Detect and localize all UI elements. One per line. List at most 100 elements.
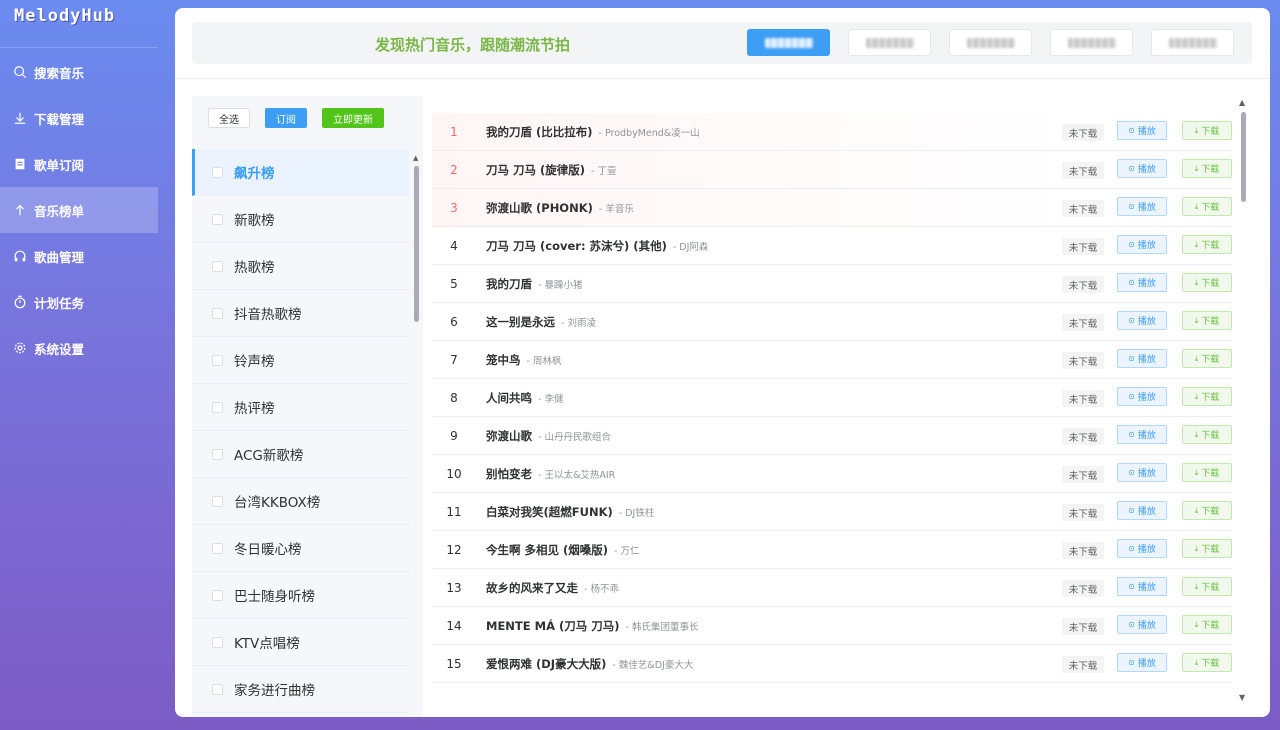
play-button[interactable]: ⊙ 播放 <box>1117 349 1167 368</box>
play-button[interactable]: ⊙ 播放 <box>1117 159 1167 178</box>
download-button[interactable]: ⤓ 下载 <box>1182 273 1232 292</box>
chart-item[interactable]: 飙升榜 <box>192 149 409 196</box>
chart-item[interactable]: 家务进行曲榜 <box>192 666 409 713</box>
play-button-label: 播放 <box>1137 659 1156 669</box>
chart-item[interactable]: 热评榜 <box>192 384 409 431</box>
clipboard-icon <box>13 157 27 171</box>
play-button[interactable]: ⊙ 播放 <box>1117 577 1167 596</box>
chart-item[interactable]: 热歌榜 <box>192 243 409 290</box>
play-button[interactable]: ⊙ 播放 <box>1117 387 1167 406</box>
play-button-label: 播放 <box>1137 317 1156 327</box>
select-all-button[interactable]: 全选 <box>208 108 250 128</box>
chart-item-label: KTV点唱榜 <box>234 636 300 652</box>
song-row: 14 MENTE MÁ (刀马 刀马) - 韩氏集团董事长 未下载 ⊙ 播放 ⤓ 下载 <box>432 607 1232 645</box>
play-button[interactable]: ⊙ 播放 <box>1117 311 1167 330</box>
song-rank: 13 <box>446 580 462 595</box>
chart-checkbox[interactable] <box>212 589 223 601</box>
sidebar-item-4[interactable]: 歌曲管理 <box>0 233 158 279</box>
chart-item[interactable]: 台湾KKBOX榜 <box>192 478 409 525</box>
blurred-tab-label <box>1168 37 1217 48</box>
sidebar-item-1[interactable]: 下载管理 <box>0 95 158 141</box>
download-button[interactable]: ⤓ 下载 <box>1182 577 1232 596</box>
song-title: 故乡的风来了又走 <box>486 580 578 595</box>
download-button[interactable]: ⤓ 下载 <box>1182 425 1232 444</box>
sidebar-item-label: 下载管理 <box>34 111 85 127</box>
scrollbar-thumb[interactable] <box>414 166 419 322</box>
chart-item[interactable]: 巴士随身听榜 <box>192 572 409 619</box>
chart-item[interactable]: KTV点唱榜 <box>192 619 409 666</box>
tab-4[interactable] <box>1050 29 1133 56</box>
play-button[interactable]: ⊙ 播放 <box>1117 197 1167 216</box>
timer-icon <box>13 295 27 309</box>
song-rank: 3 <box>450 200 458 215</box>
play-button[interactable]: ⊙ 播放 <box>1117 463 1167 482</box>
chart-checkbox[interactable] <box>212 448 223 460</box>
sidebar-item-0[interactable]: 搜索音乐 <box>0 49 158 95</box>
sidebar-item-5[interactable]: 计划任务 <box>0 279 158 325</box>
play-button[interactable]: ⊙ 播放 <box>1117 615 1167 634</box>
tab-1[interactable] <box>747 29 830 56</box>
chart-checkbox[interactable] <box>212 495 223 507</box>
chart-item[interactable]: 抖音热歌榜 <box>192 290 409 337</box>
sidebar-item-3[interactable]: 音乐榜单 <box>0 187 158 233</box>
chart-checkbox[interactable] <box>212 542 223 554</box>
chart-checkbox[interactable] <box>212 213 223 225</box>
tab-5[interactable] <box>1151 29 1234 56</box>
scroll-up-icon[interactable]: ▲ <box>1239 98 1245 107</box>
tab-3[interactable] <box>949 29 1032 56</box>
download-button[interactable]: ⤓ 下载 <box>1182 235 1232 254</box>
tab-2[interactable] <box>848 29 931 56</box>
download-button[interactable]: ⤓ 下载 <box>1182 349 1232 368</box>
download-status-badge: 未下载 <box>1062 238 1104 255</box>
chart-item[interactable]: 铃声榜 <box>192 337 409 384</box>
update-now-button[interactable]: 立即更新 <box>322 108 384 128</box>
song-row: 15 爱恨两难 (DJ豪大大版) - 魏佳艺&DJ豪大大 未下载 ⊙ 播放 ⤓ 下载 <box>432 645 1232 683</box>
song-row: 1 我的刀盾 (比比拉布) - ProdbyMend&凌一山 未下载 ⊙ 播放 ⤓ 下载 <box>432 113 1232 151</box>
sidebar-item-6[interactable]: 系统设置 <box>0 325 158 371</box>
chart-checkbox[interactable] <box>212 401 223 413</box>
song-rank: 12 <box>446 542 462 557</box>
download-button[interactable]: ⤓ 下载 <box>1182 159 1232 178</box>
play-button[interactable]: ⊙ 播放 <box>1117 539 1167 558</box>
download-button[interactable]: ⤓ 下载 <box>1182 463 1232 482</box>
download-button[interactable]: ⤓ 下载 <box>1182 311 1232 330</box>
chart-list-scrollbar[interactable]: ▲ <box>413 154 420 714</box>
chart-checkbox[interactable] <box>212 683 223 695</box>
download-button[interactable]: ⤓ 下载 <box>1182 501 1232 520</box>
song-row: 13 故乡的风来了又走 - 杨不乖 未下载 ⊙ 播放 ⤓ 下载 <box>432 569 1232 607</box>
chart-checkbox[interactable] <box>212 636 223 648</box>
download-button[interactable]: ⤓ 下载 <box>1182 387 1232 406</box>
download-status-badge: 未下载 <box>1062 656 1104 673</box>
play-button-label: 播放 <box>1137 279 1156 289</box>
chart-checkbox[interactable] <box>212 354 223 366</box>
scroll-up-icon[interactable]: ▲ <box>413 154 418 162</box>
play-button[interactable]: ⊙ 播放 <box>1117 501 1167 520</box>
scroll-down-icon[interactable]: ▼ <box>1239 693 1245 702</box>
scrollbar-thumb[interactable] <box>1241 112 1246 202</box>
song-artist: - 杨不乖 <box>584 583 619 595</box>
play-button[interactable]: ⊙ 播放 <box>1117 653 1167 672</box>
chart-checkbox[interactable] <box>212 307 223 319</box>
play-button[interactable]: ⊙ 播放 <box>1117 121 1167 140</box>
chart-item[interactable]: 新歌榜 <box>192 196 409 243</box>
song-row: 5 我的刀盾 - 暴躁小猪 未下载 ⊙ 播放 ⤓ 下载 <box>432 265 1232 303</box>
play-button-label: 播放 <box>1137 431 1156 441</box>
download-button[interactable]: ⤓ 下载 <box>1182 197 1232 216</box>
song-title: 我的刀盾 <box>486 276 532 291</box>
main-panel: 发现热门音乐，跟随潮流节拍 全选 订阅 立即更新 飙升榜 新歌榜 热歌榜 抖音热歌榜铃… <box>175 8 1270 717</box>
chart-checkbox[interactable] <box>212 260 223 272</box>
chart-checkbox[interactable] <box>212 166 223 178</box>
song-list-scrollbar[interactable]: ▲ ▼ <box>1239 98 1248 702</box>
chart-item[interactable]: 冬日暖心榜 <box>192 525 409 572</box>
sidebar-item-2[interactable]: 歌单订阅 <box>0 141 158 187</box>
chart-item[interactable]: ACG新歌榜 <box>192 431 409 478</box>
download-button[interactable]: ⤓ 下载 <box>1182 539 1232 558</box>
play-button[interactable]: ⊙ 播放 <box>1117 235 1167 254</box>
play-button[interactable]: ⊙ 播放 <box>1117 425 1167 444</box>
subscribe-button[interactable]: 订阅 <box>265 108 307 128</box>
download-button[interactable]: ⤓ 下载 <box>1182 653 1232 672</box>
download-button[interactable]: ⤓ 下载 <box>1182 121 1232 140</box>
download-button[interactable]: ⤓ 下载 <box>1182 615 1232 634</box>
song-row: 6 这一别是永远 - 刘雨凌 未下载 ⊙ 播放 ⤓ 下载 <box>432 303 1232 341</box>
play-button[interactable]: ⊙ 播放 <box>1117 273 1167 292</box>
